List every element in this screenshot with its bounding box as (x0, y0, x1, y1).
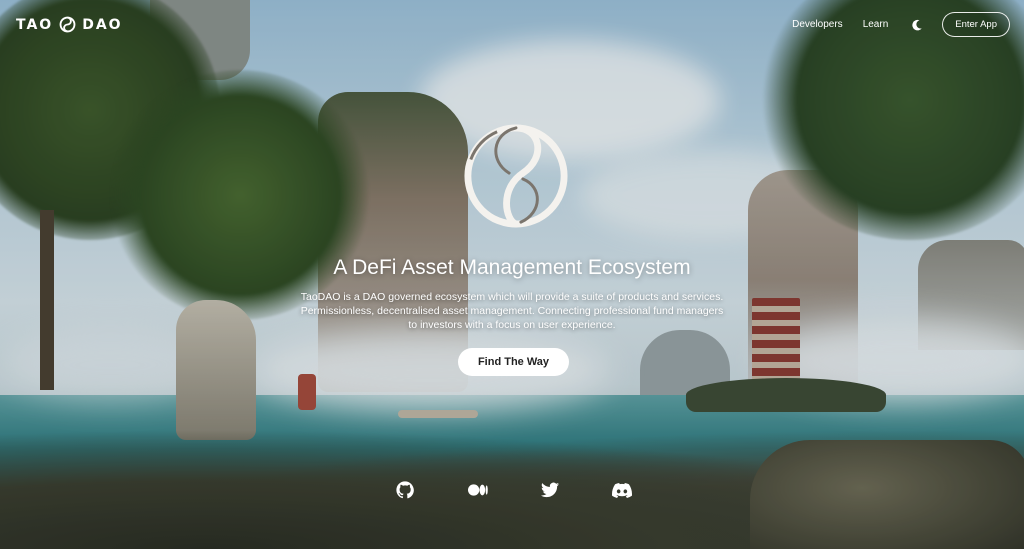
nav-learn-link[interactable]: Learn (863, 19, 889, 30)
taodao-yin-yang-icon (464, 124, 568, 228)
nav-links: Developers Learn Enter App (792, 12, 1010, 37)
nav-developers-link[interactable]: Developers (792, 19, 843, 30)
medium-icon[interactable] (468, 480, 488, 500)
moon-icon[interactable] (910, 18, 924, 32)
brand-logo[interactable]: TAO DAO (16, 16, 123, 33)
taodao-logo-icon (59, 16, 76, 33)
top-navigation: TAO DAO Developers Learn Enter App (0, 0, 1024, 50)
find-the-way-button[interactable]: Find The Way (458, 348, 569, 376)
twitter-icon[interactable] (540, 480, 560, 500)
github-icon[interactable] (395, 480, 415, 500)
hero-description: TaoDAO is a DAO governed ecosystem which… (300, 291, 724, 331)
enter-app-button[interactable]: Enter App (942, 12, 1010, 37)
hero-title: A DeFi Asset Management Ecosystem (333, 256, 691, 279)
logo-text-left: TAO (16, 16, 54, 33)
logo-text-right: DAO (82, 16, 123, 33)
discord-icon[interactable] (612, 480, 632, 500)
